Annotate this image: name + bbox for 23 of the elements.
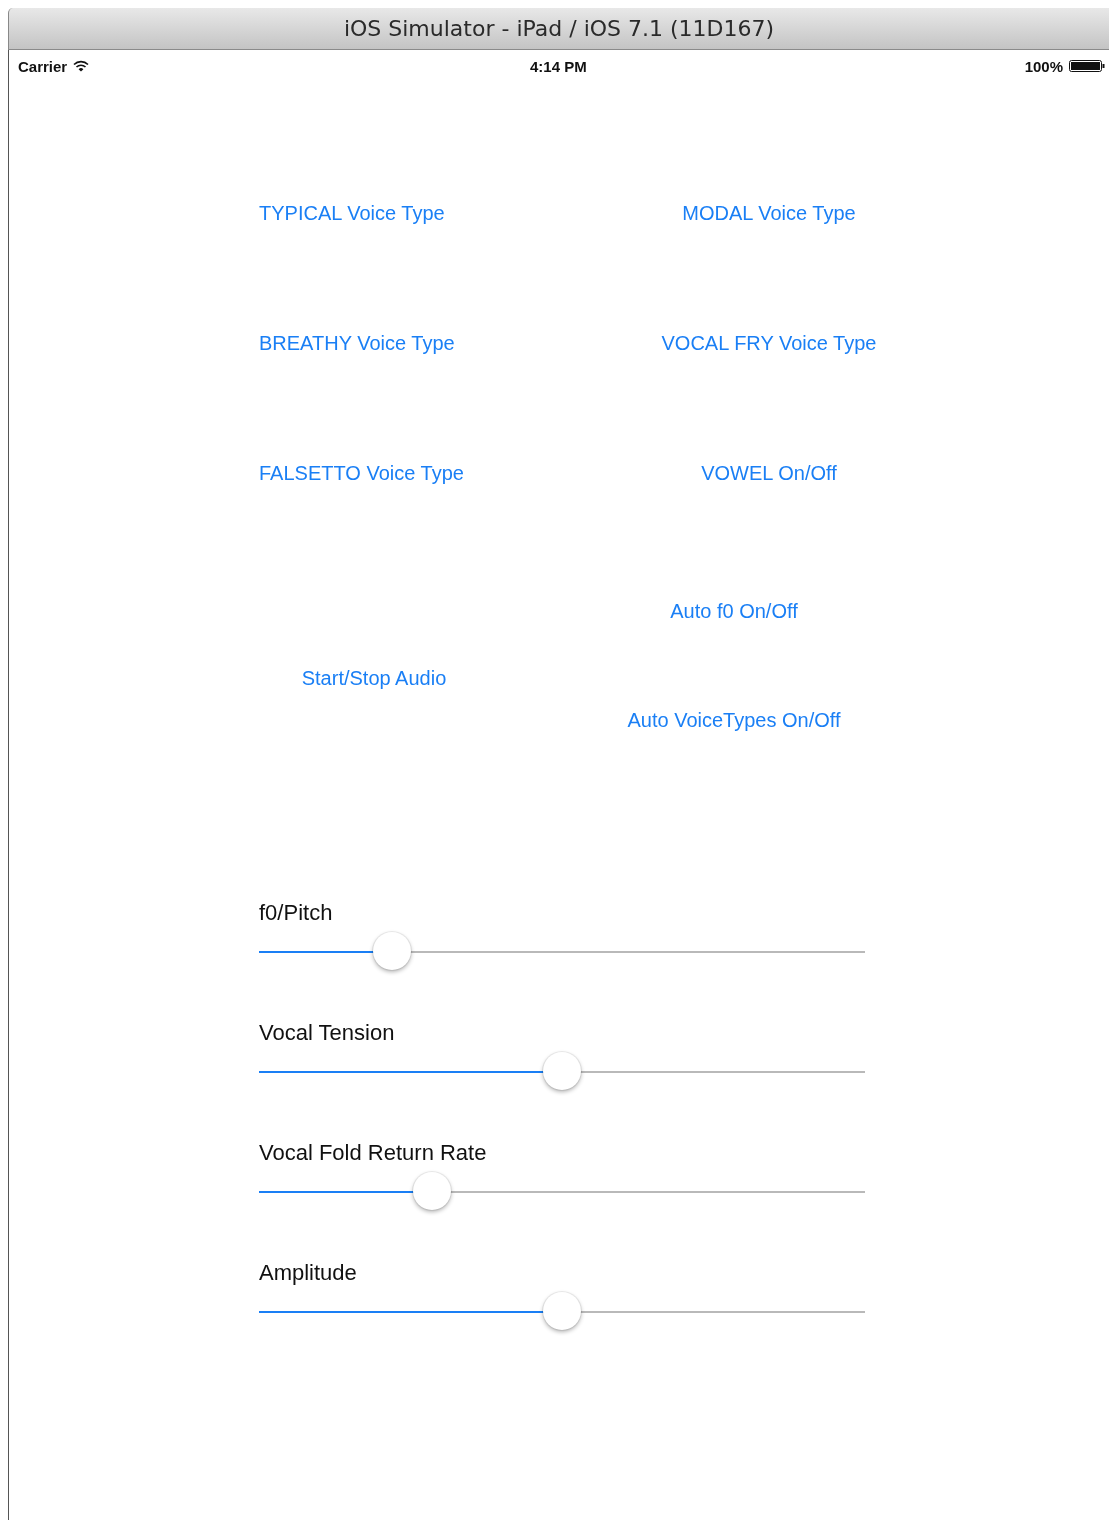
voice-type-button[interactable]: FALSETTO Voice Type bbox=[259, 462, 464, 485]
slider-thumb[interactable] bbox=[373, 932, 412, 970]
slider-label: Vocal Fold Return Rate bbox=[259, 1140, 488, 1166]
voice-type-button[interactable]: TYPICAL Voice Type bbox=[259, 202, 445, 225]
wifi-icon bbox=[73, 60, 90, 72]
toggle-button[interactable]: Auto f0 On/Off bbox=[670, 600, 798, 623]
start-stop-audio-button[interactable]: Start/Stop Audio bbox=[301, 666, 447, 690]
slider-thumb[interactable] bbox=[543, 1052, 581, 1090]
battery-icon bbox=[1069, 60, 1105, 72]
voice-type-button[interactable]: BREATHY Voice Type bbox=[259, 332, 455, 355]
slider-thumb[interactable] bbox=[543, 1292, 581, 1330]
toggle-button[interactable]: Auto VoiceTypes On/Off bbox=[627, 709, 841, 732]
window-title: iOS Simulator - iPad / iOS 7.1 (11D167) bbox=[343, 16, 775, 41]
slider-label: Vocal Tension bbox=[259, 1020, 396, 1046]
battery-percent: 100% bbox=[1024, 57, 1063, 75]
toggle-button[interactable]: MODAL Voice Type bbox=[682, 202, 856, 225]
toggle-button[interactable]: VOCAL FRY Voice Type bbox=[661, 332, 877, 355]
slider-thumb[interactable] bbox=[412, 1172, 451, 1210]
slider-label: Amplitude bbox=[259, 1260, 358, 1286]
status-time: 4:14 PM bbox=[530, 57, 587, 75]
toggle-button[interactable]: VOWEL On/Off bbox=[701, 462, 837, 485]
carrier-label: Carrier bbox=[18, 57, 68, 75]
slider-label: f0/Pitch bbox=[259, 900, 334, 926]
